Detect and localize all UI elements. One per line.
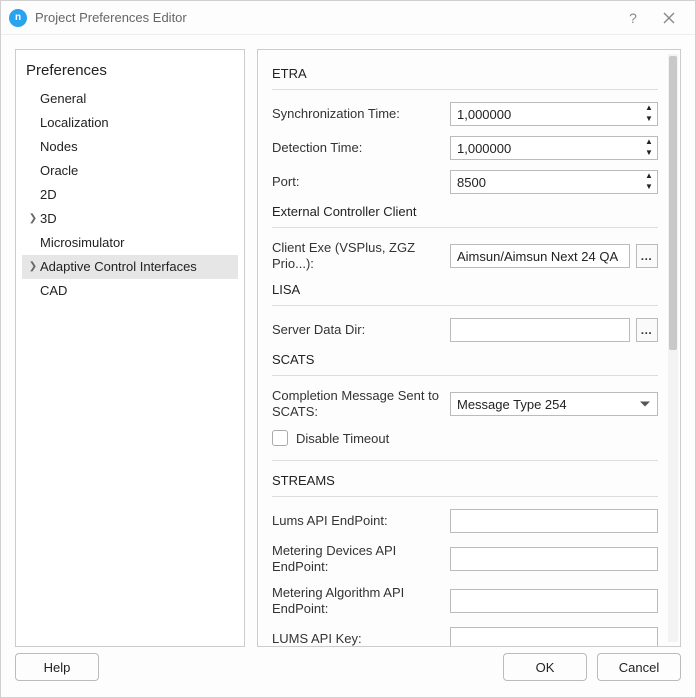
help-button[interactable]: Help xyxy=(15,653,99,681)
dialog-window: n Project Preferences Editor ? Preferenc… xyxy=(0,0,696,698)
dialog-body: Preferences General Localization Nodes O… xyxy=(1,35,695,647)
metering-devices-input[interactable] xyxy=(450,547,658,571)
metering-algorithm-label: Metering Algorithm API EndPoint: xyxy=(272,585,442,617)
port-label: Port: xyxy=(272,174,442,190)
client-exe-input[interactable] xyxy=(450,244,630,268)
client-exe-label: Client Exe (VSPlus, ZGZ Prio...): xyxy=(272,240,442,272)
ok-button[interactable]: OK xyxy=(503,653,587,681)
tree-item-nodes[interactable]: Nodes xyxy=(22,135,238,159)
completion-label: Completion Message Sent to SCATS: xyxy=(272,388,442,420)
help-icon[interactable]: ? xyxy=(615,4,651,32)
titlebar: n Project Preferences Editor ? xyxy=(1,1,695,35)
section-heading-streams: STREAMS xyxy=(272,473,658,488)
sync-time-input[interactable] xyxy=(450,102,658,126)
chevron-right-icon[interactable]: ❯ xyxy=(26,209,40,229)
sync-time-spinner[interactable]: ▲▼ xyxy=(450,102,658,126)
disable-timeout-checkbox[interactable] xyxy=(272,430,288,446)
section-heading-etra: ETRA xyxy=(272,66,658,81)
divider xyxy=(272,460,658,461)
divider xyxy=(272,375,658,376)
tree-item-3d[interactable]: ❯3D xyxy=(22,207,238,231)
section-heading-scats: SCATS xyxy=(272,352,658,367)
spin-up-icon[interactable]: ▲ xyxy=(641,137,657,148)
divider xyxy=(272,305,658,306)
tree-item-general[interactable]: General xyxy=(22,87,238,111)
tree-item-2d[interactable]: 2D xyxy=(22,183,238,207)
lums-key-label: LUMS API Key: xyxy=(272,631,442,646)
app-icon: n xyxy=(9,9,27,27)
port-input[interactable] xyxy=(450,170,658,194)
window-title: Project Preferences Editor xyxy=(35,10,615,25)
content-scroll-area: ETRA Synchronization Time: ▲▼ Detection … xyxy=(258,50,666,646)
detect-time-input[interactable] xyxy=(450,136,658,160)
spin-down-icon[interactable]: ▼ xyxy=(641,182,657,193)
button-bar: Help OK Cancel xyxy=(1,647,695,697)
tree-item-cad[interactable]: CAD xyxy=(22,279,238,303)
lums-key-input[interactable] xyxy=(450,627,658,646)
tree-item-oracle[interactable]: Oracle xyxy=(22,159,238,183)
lums-api-label: Lums API EndPoint: xyxy=(272,513,442,529)
completion-combo[interactable]: Message Type 254 xyxy=(450,392,658,416)
spin-up-icon[interactable]: ▲ xyxy=(641,103,657,114)
section-heading-lisa: LISA xyxy=(272,282,658,297)
tree-item-microsimulator[interactable]: Microsimulator xyxy=(22,231,238,255)
close-icon[interactable] xyxy=(651,4,687,32)
metering-devices-label: Metering Devices API EndPoint: xyxy=(272,543,442,575)
chevron-right-icon[interactable]: ❯ xyxy=(26,257,40,277)
content-panel: ETRA Synchronization Time: ▲▼ Detection … xyxy=(257,49,681,647)
tree-item-adaptive-control-interfaces[interactable]: ❯Adaptive Control Interfaces xyxy=(22,255,238,279)
disable-timeout-label: Disable Timeout xyxy=(296,431,389,446)
port-spinner[interactable]: ▲▼ xyxy=(450,170,658,194)
divider xyxy=(272,89,658,90)
lums-api-input[interactable] xyxy=(450,509,658,533)
browse-button[interactable]: … xyxy=(636,244,658,268)
preferences-sidebar: Preferences General Localization Nodes O… xyxy=(15,49,245,647)
content-scrollbar[interactable] xyxy=(668,54,678,642)
tree-item-localization[interactable]: Localization xyxy=(22,111,238,135)
server-dir-label: Server Data Dir: xyxy=(272,322,442,338)
detect-time-spinner[interactable]: ▲▼ xyxy=(450,136,658,160)
spin-down-icon[interactable]: ▼ xyxy=(641,114,657,125)
browse-button[interactable]: … xyxy=(636,318,658,342)
sync-time-label: Synchronization Time: xyxy=(272,106,442,122)
disable-timeout-row[interactable]: Disable Timeout xyxy=(272,430,658,446)
cancel-button[interactable]: Cancel xyxy=(597,653,681,681)
spin-down-icon[interactable]: ▼ xyxy=(641,148,657,159)
preferences-tree[interactable]: General Localization Nodes Oracle 2D ❯3D… xyxy=(22,87,238,638)
detect-time-label: Detection Time: xyxy=(272,140,442,156)
divider xyxy=(272,496,658,497)
section-heading-ecc: External Controller Client xyxy=(272,204,658,219)
divider xyxy=(272,227,658,228)
metering-algorithm-input[interactable] xyxy=(450,589,658,613)
scrollbar-thumb[interactable] xyxy=(669,56,677,350)
server-dir-input[interactable] xyxy=(450,318,630,342)
spin-up-icon[interactable]: ▲ xyxy=(641,171,657,182)
sidebar-heading: Preferences xyxy=(22,58,238,87)
